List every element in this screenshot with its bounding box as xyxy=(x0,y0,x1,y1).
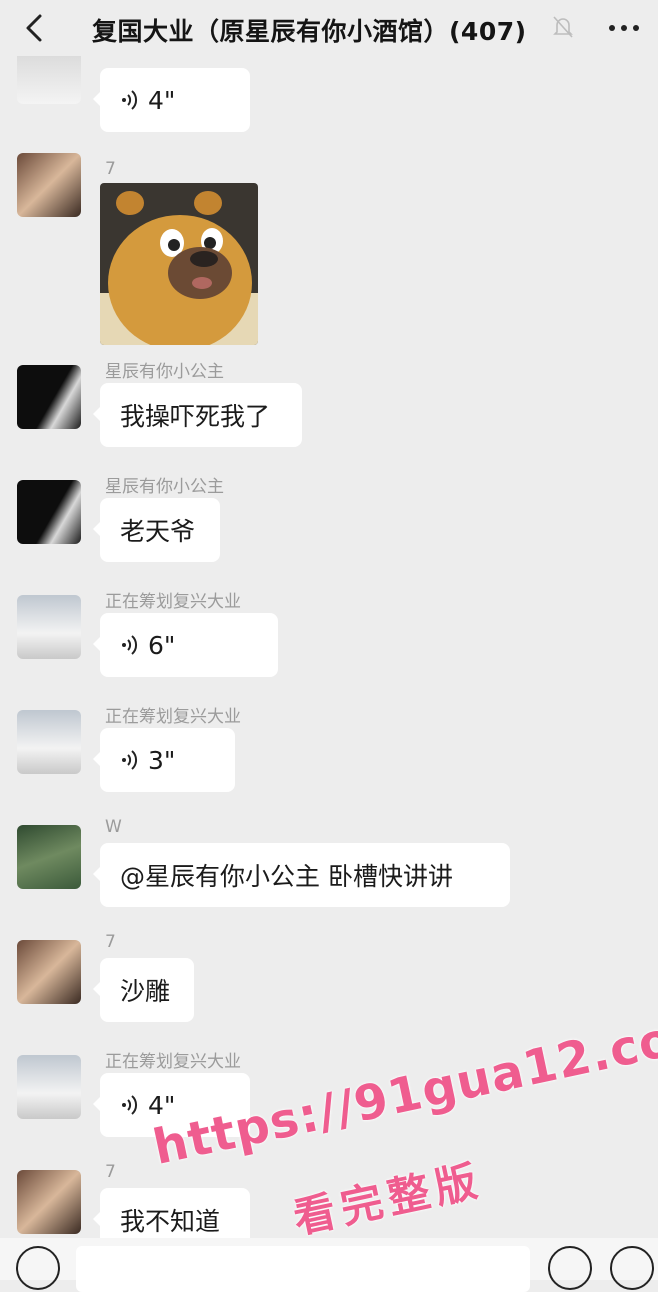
voice-message-bubble[interactable]: 3" xyxy=(93,728,235,792)
avatar[interactable] xyxy=(17,1055,81,1119)
plus-icon[interactable] xyxy=(610,1246,654,1290)
avatar[interactable] xyxy=(17,595,81,659)
avatar[interactable] xyxy=(17,940,81,1004)
more-button[interactable] xyxy=(604,14,644,42)
text-message-bubble[interactable]: 沙雕 xyxy=(93,958,194,1022)
voice-duration: 4" xyxy=(148,85,176,115)
voice-duration: 4" xyxy=(148,1090,176,1120)
back-button[interactable] xyxy=(16,10,52,46)
text-message-bubble[interactable]: 老天爷 xyxy=(93,498,220,562)
sender-name: W xyxy=(105,817,122,837)
voice-wave-icon xyxy=(120,89,140,111)
avatar[interactable] xyxy=(17,1170,81,1234)
bell-muted-icon xyxy=(553,16,573,38)
sender-name: 正在筹划复兴大业 xyxy=(105,592,241,612)
text-message-bubble[interactable]: 我操吓死我了 xyxy=(93,383,302,447)
text-message-bubble[interactable]: @星辰有你小公主 卧槽快讲讲 xyxy=(93,843,510,907)
voice-wave-icon xyxy=(120,1094,140,1116)
sticker-image[interactable] xyxy=(100,183,258,345)
avatar[interactable] xyxy=(17,480,81,544)
voice-duration: 6" xyxy=(148,630,176,660)
voice-message-bubble[interactable]: 6" xyxy=(93,613,278,677)
more-dots-icon xyxy=(609,25,639,31)
emoji-icon[interactable] xyxy=(548,1246,592,1290)
message-input[interactable] xyxy=(76,1246,530,1292)
sender-name: 正在筹划复兴大业 xyxy=(105,1052,241,1072)
voice-duration: 3" xyxy=(148,745,176,775)
watermark-subtitle: 看完整版 xyxy=(289,1155,488,1244)
avatar[interactable] xyxy=(17,153,81,217)
chat-title: 复国大业（原星辰有你小酒馆）(407) xyxy=(92,17,527,46)
avatar[interactable] xyxy=(17,365,81,429)
sender-name: 7 xyxy=(105,159,116,179)
voice-toggle-icon[interactable] xyxy=(16,1246,60,1290)
sender-name: 正在筹划复兴大业 xyxy=(105,707,241,727)
sender-name: 星辰有你小公主 xyxy=(105,477,224,497)
avatar[interactable] xyxy=(17,710,81,774)
chat-header: 复国大业（原星辰有你小酒馆）(407) xyxy=(0,0,658,56)
avatar[interactable] xyxy=(17,825,81,889)
voice-message-bubble[interactable]: 4" xyxy=(93,68,250,132)
voice-message-bubble[interactable]: 4" xyxy=(93,1073,250,1137)
avatar[interactable] xyxy=(17,50,81,104)
input-bar xyxy=(0,1238,658,1292)
sender-name: 星辰有你小公主 xyxy=(105,362,224,382)
voice-wave-icon xyxy=(120,634,140,656)
sender-name: 7 xyxy=(105,1162,116,1182)
chevron-left-icon xyxy=(26,14,42,42)
voice-wave-icon xyxy=(120,749,140,771)
sender-name: 7 xyxy=(105,932,116,952)
